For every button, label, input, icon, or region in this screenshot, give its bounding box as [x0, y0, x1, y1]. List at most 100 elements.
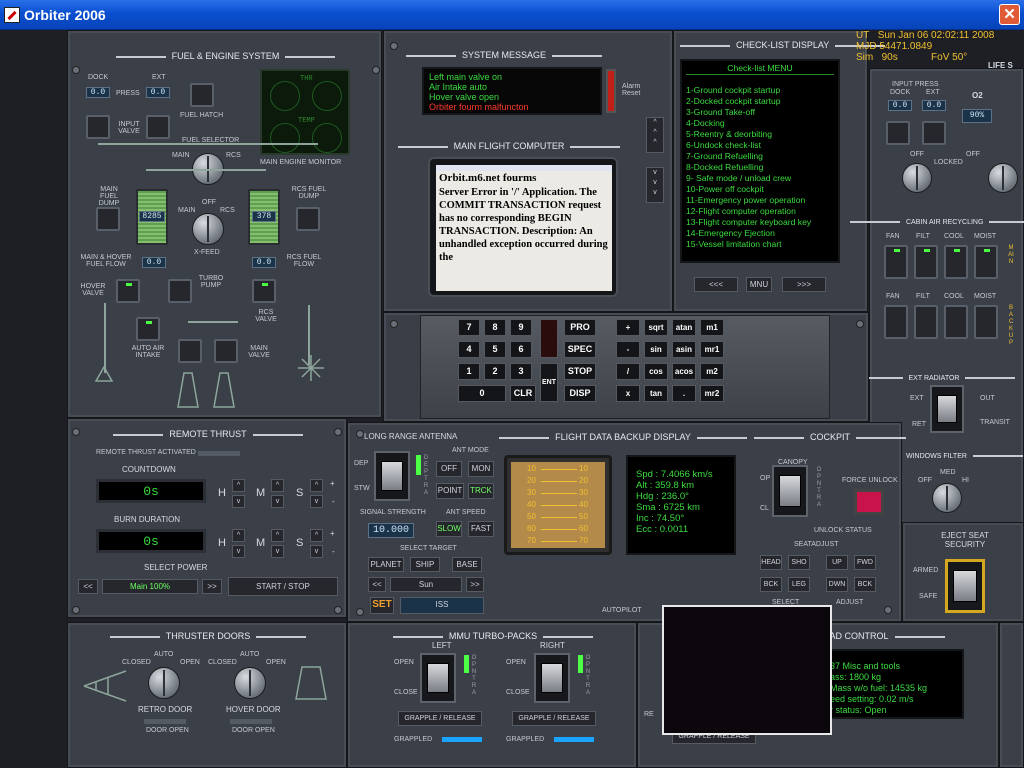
- seat-sho-button[interactable]: SHO: [788, 555, 810, 570]
- math-key[interactable]: asin: [672, 341, 696, 358]
- math-key[interactable]: sqrt: [644, 319, 668, 336]
- mmu-left-switch[interactable]: [420, 653, 456, 703]
- page-down-button[interactable]: vvv: [646, 167, 664, 203]
- page-up-button[interactable]: ^ ^ ^: [646, 117, 664, 153]
- target-prev-button[interactable]: <<: [368, 577, 386, 592]
- target-ship-button[interactable]: SHIP: [410, 557, 440, 572]
- checklist-item[interactable]: 1-Ground cockpit startup: [686, 85, 834, 96]
- math-key[interactable]: +: [616, 319, 640, 336]
- fuel-hatch-switch[interactable]: [190, 83, 214, 107]
- main-valve-right-switch[interactable]: [214, 339, 238, 363]
- checklist-item[interactable]: 9- Safe mode / unload crew: [686, 173, 834, 184]
- key-ent[interactable]: ENT: [540, 363, 558, 402]
- math-key[interactable]: /: [616, 363, 640, 380]
- checklist-item[interactable]: 3-Ground Take-off: [686, 107, 834, 118]
- countdown-h-up[interactable]: ^: [232, 479, 245, 492]
- fan-backup-switch[interactable]: [884, 305, 908, 339]
- main-fuel-dump-switch[interactable]: [96, 207, 120, 231]
- xfeed-knob[interactable]: [192, 213, 224, 245]
- key-8[interactable]: 8: [484, 319, 506, 336]
- eject-seat-switch[interactable]: [945, 559, 985, 613]
- math-key[interactable]: acos: [672, 363, 696, 380]
- start-stop-button[interactable]: START / STOP: [228, 577, 338, 596]
- checklist-item[interactable]: 12-Flight computer operation: [686, 206, 834, 217]
- checklist-item[interactable]: 10-Power off cockpit: [686, 184, 834, 195]
- filt-backup-switch[interactable]: [914, 305, 938, 339]
- moist-main-switch[interactable]: [974, 245, 998, 279]
- burn-m-up[interactable]: ^: [271, 529, 284, 542]
- rcs-fuel-dump-switch[interactable]: [296, 207, 320, 231]
- seat-fwd-button[interactable]: FWD: [854, 555, 876, 570]
- key-7[interactable]: 7: [458, 319, 480, 336]
- math-key[interactable]: mr2: [700, 385, 724, 402]
- checklist-item[interactable]: 2-Docked cockpit startup: [686, 96, 834, 107]
- ant-mon-button[interactable]: MON: [468, 461, 494, 477]
- countdown-s-up[interactable]: ^: [310, 479, 323, 492]
- ant-slow-button[interactable]: SLOW: [436, 521, 462, 537]
- ant-fast-button[interactable]: FAST: [468, 521, 494, 537]
- checklist-next-button[interactable]: >>>: [782, 277, 826, 292]
- input-valve-dock-switch[interactable]: [86, 115, 110, 139]
- math-key[interactable]: x: [616, 385, 640, 402]
- cool-backup-switch[interactable]: [944, 305, 968, 339]
- close-button[interactable]: ✕: [999, 4, 1020, 25]
- checklist-item[interactable]: 11-Emergency power operation: [686, 195, 834, 206]
- retro-door-knob[interactable]: [148, 667, 180, 699]
- mmu-right-switch[interactable]: [534, 653, 570, 703]
- target-set-button[interactable]: SET: [370, 597, 394, 614]
- fan-main-switch[interactable]: [884, 245, 908, 279]
- o2-flow-knob[interactable]: [988, 163, 1018, 193]
- alarm-reset-button[interactable]: [606, 69, 616, 113]
- power-next-button[interactable]: >>: [202, 579, 222, 594]
- seat-bck-adjust-button[interactable]: BCK: [854, 577, 876, 592]
- math-key[interactable]: -: [616, 341, 640, 358]
- key-1[interactable]: 1: [458, 363, 480, 380]
- checklist-prev-button[interactable]: <<<: [694, 277, 738, 292]
- key-blank[interactable]: [540, 319, 558, 358]
- seat-dwn-button[interactable]: DWN: [826, 577, 848, 592]
- ant-trck-button[interactable]: TRCK: [468, 483, 494, 499]
- force-unlock-button[interactable]: [854, 489, 884, 515]
- burn-m-down[interactable]: v: [271, 545, 284, 558]
- seat-up-button[interactable]: UP: [826, 555, 848, 570]
- key-9[interactable]: 9: [510, 319, 532, 336]
- checklist-item[interactable]: 4-Docking: [686, 118, 834, 129]
- key-2[interactable]: 2: [484, 363, 506, 380]
- math-key[interactable]: mr1: [700, 341, 724, 358]
- checklist-item[interactable]: 14-Emergency Ejection: [686, 228, 834, 239]
- math-key[interactable]: atan: [672, 319, 696, 336]
- key-pro[interactable]: PRO: [564, 319, 596, 336]
- turbo-pump-switch[interactable]: [168, 279, 192, 303]
- key-clr[interactable]: CLR: [510, 385, 536, 402]
- antenna-deploy-switch[interactable]: [374, 451, 410, 501]
- checklist-item[interactable]: 7-Ground Refuelling: [686, 151, 834, 162]
- ant-off-button[interactable]: OFF: [436, 461, 462, 477]
- ext-radiator-switch[interactable]: [930, 385, 964, 433]
- math-key[interactable]: sin: [644, 341, 668, 358]
- rcs-valve-switch[interactable]: [252, 279, 276, 303]
- burn-s-down[interactable]: v: [310, 545, 323, 558]
- math-key[interactable]: m1: [700, 319, 724, 336]
- external-view-window[interactable]: [662, 605, 832, 735]
- key-disp[interactable]: DISP: [564, 385, 596, 402]
- windows-filter-knob[interactable]: [932, 483, 962, 513]
- key-3[interactable]: 3: [510, 363, 532, 380]
- o2-source-knob[interactable]: [902, 163, 932, 193]
- checklist-item[interactable]: 15-Vessel limitation chart: [686, 239, 834, 250]
- key-5[interactable]: 5: [484, 341, 506, 358]
- key-stop[interactable]: STOP: [564, 363, 596, 380]
- seat-leg-button[interactable]: LEG: [788, 577, 810, 592]
- target-next-button[interactable]: >>: [466, 577, 484, 592]
- mmu-right-grapple-button[interactable]: GRAPPLE / RELEASE: [512, 711, 596, 726]
- key-4[interactable]: 4: [458, 341, 480, 358]
- burn-h-up[interactable]: ^: [232, 529, 245, 542]
- math-key[interactable]: .: [672, 385, 696, 402]
- seat-head-button[interactable]: HEAD: [760, 555, 782, 570]
- seat-bck-select-button[interactable]: BCK: [760, 577, 782, 592]
- target-base-button[interactable]: BASE: [452, 557, 482, 572]
- hover-door-knob[interactable]: [234, 667, 266, 699]
- key-0[interactable]: 0: [458, 385, 506, 402]
- checklist-item[interactable]: 13-Flight computer keyboard key: [686, 217, 834, 228]
- ant-point-button[interactable]: POINT: [436, 483, 464, 499]
- input-valve-ext-switch[interactable]: [146, 115, 170, 139]
